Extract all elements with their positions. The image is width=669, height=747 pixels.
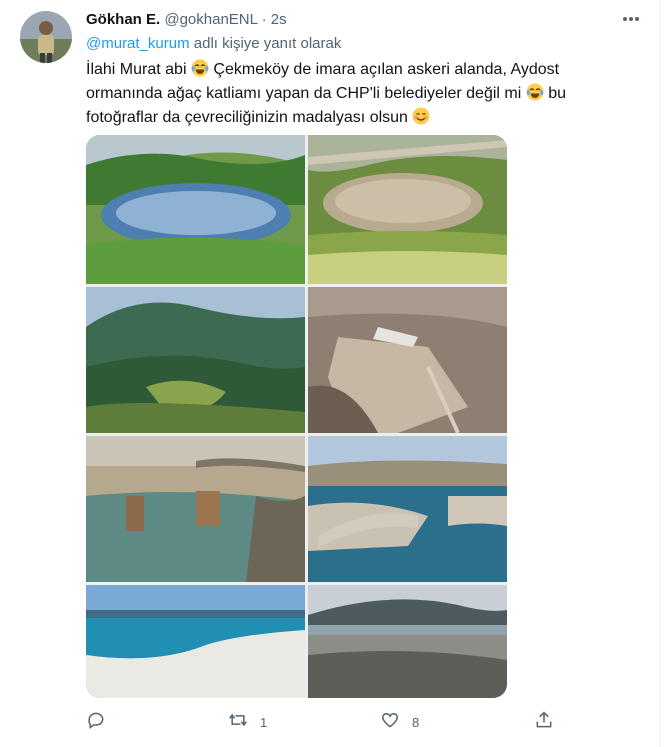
like-count: 8: [412, 714, 420, 730]
share-icon: [534, 710, 554, 735]
handle[interactable]: @gokhanENL: [164, 11, 257, 28]
like-button[interactable]: 8: [380, 707, 419, 737]
retweet-button[interactable]: 1: [228, 707, 267, 737]
separator: ·: [261, 11, 267, 28]
action-bar: 1 8: [86, 707, 566, 737]
reply-context: @murat_kurum adlı kişiye yanıt olarak: [86, 34, 341, 54]
photo-mountain-lake-crowd[interactable]: [308, 585, 507, 698]
photo-mining-site[interactable]: [308, 287, 507, 433]
tweet-text: İlahi Murat abi Çekmeköy de imara açılan…: [86, 58, 606, 130]
retweet-count: 1: [260, 714, 268, 730]
face-with-tears-of-joy-icon: [191, 59, 209, 77]
tweet-text-part1: İlahi Murat abi: [86, 61, 187, 78]
smiling-face-icon: [412, 107, 430, 125]
photo-arch-bridge[interactable]: [308, 436, 507, 582]
reply-suffix: adlı kişiye yanıt olarak: [193, 35, 342, 52]
photo-forested-mountain[interactable]: [86, 287, 305, 433]
photo-white-shore-lake[interactable]: [86, 585, 305, 698]
share-button[interactable]: [534, 707, 566, 737]
timestamp[interactable]: 2s: [271, 11, 287, 28]
more-options-icon[interactable]: [618, 9, 644, 29]
photo-muddy-lake[interactable]: [308, 135, 507, 284]
media-grid[interactable]: [86, 135, 507, 698]
photo-river-pillars[interactable]: [86, 436, 305, 582]
reply-button[interactable]: [86, 707, 118, 737]
display-name[interactable]: Gökhan E.: [86, 11, 160, 28]
photo-crater-lake[interactable]: [86, 135, 305, 284]
reply-to-mention[interactable]: @murat_kurum: [86, 35, 190, 52]
reply-icon: [86, 710, 106, 735]
tweet-header: Gökhan E. @gokhanENL · 2s: [86, 10, 287, 30]
tweet-card[interactable]: Gökhan E. @gokhanENL · 2s @murat_kurum a…: [0, 0, 661, 747]
avatar[interactable]: [20, 11, 72, 63]
retweet-icon: [228, 710, 248, 735]
face-with-tears-of-joy-icon: [526, 83, 544, 101]
heart-icon: [380, 710, 400, 735]
